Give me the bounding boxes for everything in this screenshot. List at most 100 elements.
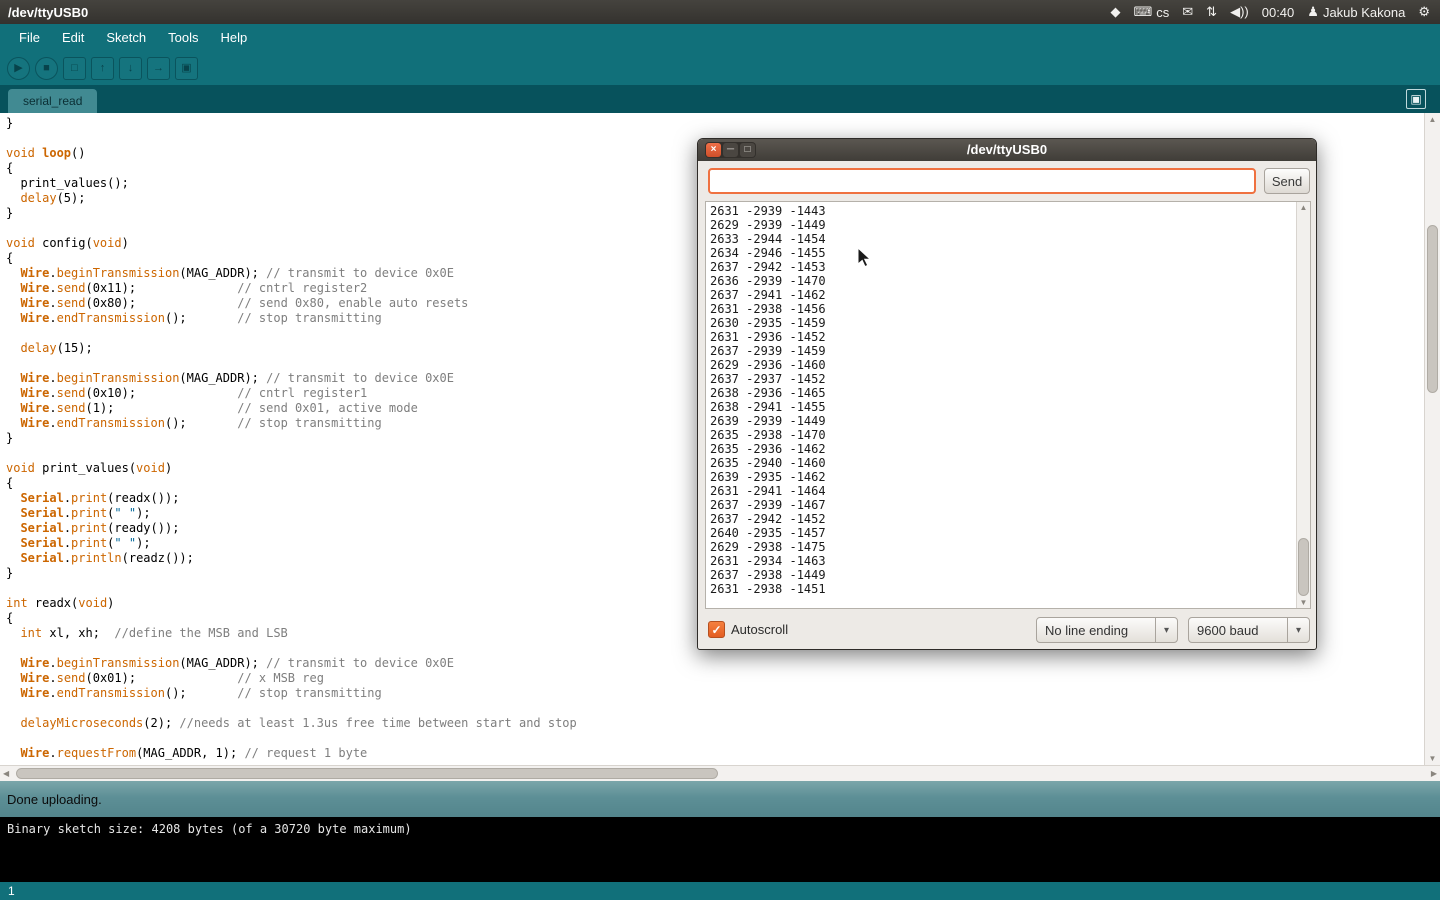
user-menu-label: Jakub Kakona [1323,5,1405,20]
serial-monitor-titlebar[interactable]: /dev/ttyUSB0 × ─ □ [698,139,1316,161]
status-bar: Done uploading. [0,781,1440,817]
clock[interactable]: 00:40 [1262,5,1295,20]
stop-button[interactable]: ■ [35,57,58,80]
dropdown-arrow-icon[interactable]: ▾ [1155,618,1177,642]
line-ending-dropdown[interactable]: No line ending ▾ [1036,617,1178,643]
tray-indicator-icon[interactable]: ◆ [1111,4,1121,20]
baud-rate-value: 9600 baud [1189,623,1287,638]
monitor-icon: ▣ [181,63,191,74]
serial-output: 2631 -2939 -14432629 -2939 -14492633 -29… [706,202,1296,598]
minimize-button[interactable]: ─ [723,143,738,157]
serial-line: 2638 -2941 -1455 [710,400,1292,414]
serial-line: 2635 -2936 -1462 [710,442,1292,456]
scroll-up-icon[interactable]: ▲ [1425,115,1440,124]
verify-button[interactable]: ▶ [7,57,30,80]
scroll-left-icon[interactable]: ◀ [3,769,9,778]
editor-hscroll-handle[interactable] [16,768,718,779]
serial-line: 2629 -2939 -1449 [710,218,1292,232]
serial-line: 2629 -2936 -1460 [710,358,1292,372]
save-sketch-button[interactable]: ↓ [119,57,142,80]
serial-line: 2637 -2942 -1453 [710,260,1292,274]
open-sketch-button[interactable]: ↑ [91,57,114,80]
volume-indicator[interactable]: ◀)) [1230,4,1249,20]
check-icon: ✓ [711,623,721,637]
updown-arrows-icon: ⇅ [1206,4,1217,20]
keyboard-layout-indicator[interactable]: ⌨cs [1134,4,1170,20]
tab-menu-icon: ▣ [1410,92,1421,106]
serial-line: 2629 -2938 -1475 [710,540,1292,554]
clock-label: 00:40 [1262,5,1295,20]
tab-menu-button[interactable]: ▣ [1406,89,1426,109]
scroll-down-icon[interactable]: ▼ [1297,598,1310,607]
up-arrow-icon: ↑ [100,63,106,74]
system-tray: ◆ ⌨cs ✉ ⇅ ◀)) 00:40 ♟Jakub Kakona ⚙ [1111,4,1440,20]
serial-monitor-button[interactable]: ▣ [175,57,198,80]
stop-icon: ■ [43,63,50,74]
code-line [6,731,1424,746]
serial-line: 2634 -2946 -1455 [710,246,1292,260]
menu-bar: FileEditSketchToolsHelp [0,24,1440,52]
menu-sketch[interactable]: Sketch [95,24,157,52]
serial-output-area[interactable]: 2631 -2939 -14432629 -2939 -14492633 -29… [705,201,1311,609]
code-line [6,701,1424,716]
serial-line: 2637 -2937 -1452 [710,372,1292,386]
serial-line: 2637 -2942 -1452 [710,512,1292,526]
serial-monitor-title: /dev/ttyUSB0 [967,142,1047,157]
menu-help[interactable]: Help [209,24,258,52]
code-line: } [6,116,1424,131]
line-number-bar: 1 [0,882,1440,900]
serial-line: 2633 -2944 -1454 [710,232,1292,246]
editor-horizontal-scrollbar[interactable]: ◀ ▶ [0,765,1440,781]
serial-line: 2637 -2941 -1462 [710,288,1292,302]
serial-line: 2639 -2935 -1462 [710,470,1292,484]
serial-scrollbar[interactable]: ▲ ▼ [1296,202,1310,608]
keyboard-icon: ⌨ [1134,4,1153,20]
toolbar: ▶ ■ □ ↑ ↓→ ▣ [0,52,1440,85]
network-indicator[interactable]: ⇅ [1206,4,1217,20]
speaker-icon: ◀)) [1230,4,1249,20]
menu-edit[interactable]: Edit [51,24,95,52]
mail-indicator[interactable]: ✉ [1182,4,1193,20]
scroll-down-icon[interactable]: ▼ [1425,754,1440,763]
autoscroll-label: Autoscroll [731,622,788,637]
serial-scroll-handle[interactable] [1298,538,1309,596]
session-menu[interactable]: ⚙ [1418,4,1430,20]
scroll-right-icon[interactable]: ▶ [1431,769,1437,778]
console-text: Binary sketch size: 4208 bytes (of a 307… [7,822,412,836]
baud-rate-dropdown[interactable]: 9600 baud ▾ [1188,617,1310,643]
line-ending-value: No line ending [1037,623,1155,638]
maximize-button[interactable]: □ [740,143,755,157]
menu-tools[interactable]: Tools [157,24,209,52]
new-sketch-button[interactable]: □ [63,57,86,80]
upload-button[interactable]: → [147,57,170,80]
tab-serial-read[interactable]: serial_read [8,89,97,113]
close-button[interactable]: × [706,143,721,157]
status-text: Done uploading. [7,792,102,807]
code-line: Wire.beginTransmission(MAG_ADDR); // tra… [6,656,1424,671]
serial-line: 2635 -2940 -1460 [710,456,1292,470]
new-file-icon: □ [71,63,78,74]
scroll-up-icon[interactable]: ▲ [1297,203,1310,212]
serial-line: 2631 -2936 -1452 [710,330,1292,344]
gear-icon: ⚙ [1418,4,1430,20]
send-button[interactable]: Send [1264,168,1310,194]
tab-bar: serial_read ▣ [0,85,1440,113]
serial-line: 2636 -2939 -1470 [710,274,1292,288]
serial-send-input[interactable] [708,168,1256,194]
serial-line: 2637 -2938 -1449 [710,568,1292,582]
serial-line: 2639 -2939 -1449 [710,414,1292,428]
serial-line: 2631 -2939 -1443 [710,204,1292,218]
serial-line: 2631 -2938 -1456 [710,302,1292,316]
window-buttons: × ─ □ [705,142,756,158]
menu-file[interactable]: File [8,24,51,52]
editor-vertical-scrollbar[interactable]: ▲ ▼ [1424,113,1440,765]
dropdown-arrow-icon[interactable]: ▾ [1287,618,1309,642]
user-menu[interactable]: ♟Jakub Kakona [1307,4,1405,20]
code-line: Wire.send(0x01); // x MSB reg [6,671,1424,686]
play-icon: ▶ [14,63,22,74]
editor-vscroll-handle[interactable] [1427,225,1438,393]
serial-line: 2631 -2934 -1463 [710,554,1292,568]
code-line: delayMicroseconds(2); //needs at least 1… [6,716,1424,731]
autoscroll-checkbox[interactable]: ✓ [708,621,725,638]
serial-line: 2631 -2938 -1451 [710,582,1292,596]
